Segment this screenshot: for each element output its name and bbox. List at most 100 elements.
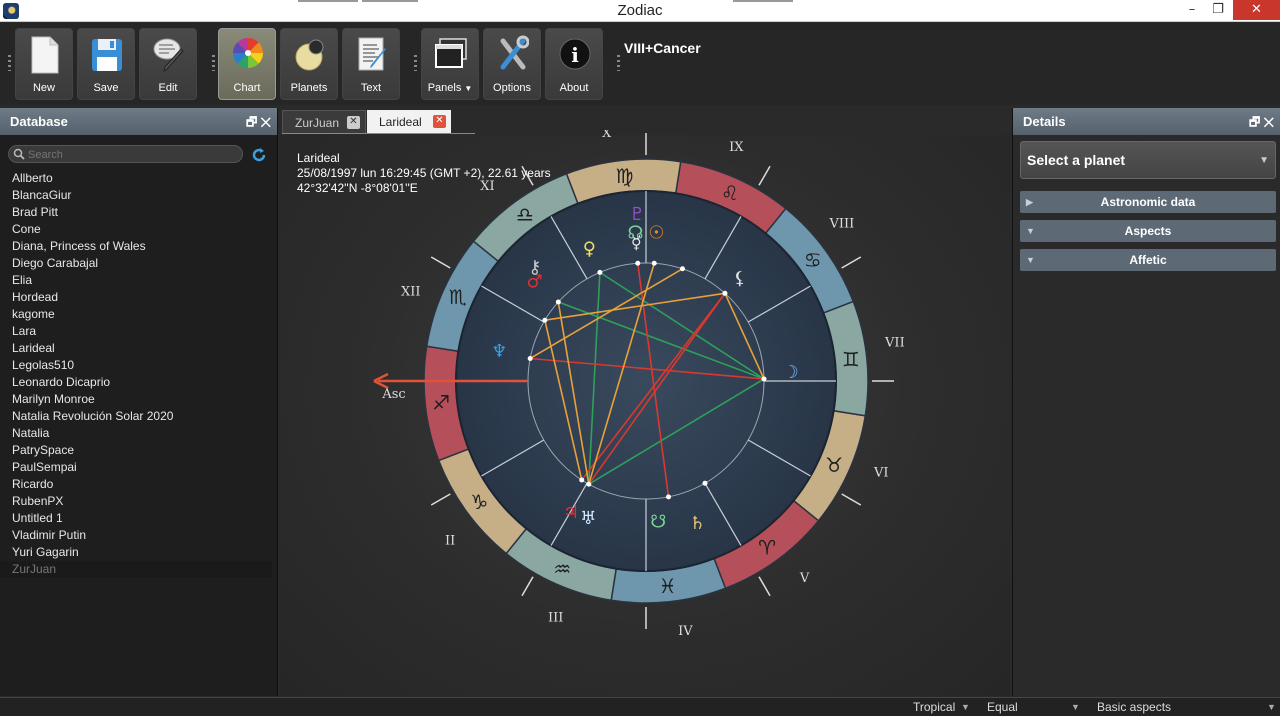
database-list-item[interactable]: Diego Carabajal	[0, 255, 272, 272]
save-button[interactable]: Save	[77, 28, 135, 100]
planet-glyph: ♆	[491, 341, 507, 362]
new-button[interactable]: New	[15, 28, 73, 100]
planet-select[interactable]: Select a planet ▼	[1020, 141, 1276, 179]
database-list-item[interactable]: Untitled 1	[0, 510, 272, 527]
info-icon: i	[559, 38, 591, 70]
window-title: Zodiac	[617, 2, 663, 19]
text-button[interactable]: Text	[342, 28, 400, 100]
database-list-item[interactable]: Yuri Gagarin	[0, 544, 272, 561]
aspects-select[interactable]: Basic aspects ▼	[1097, 700, 1276, 714]
search-input[interactable]	[28, 147, 228, 162]
house-sign-status: VIII+Cancer	[624, 40, 701, 56]
house-tick	[758, 165, 771, 186]
section-affetic[interactable]: ▼ Affetic	[1020, 249, 1276, 271]
planet-anchor-dot	[761, 376, 767, 382]
search-box[interactable]	[8, 145, 243, 163]
close-tab-icon[interactable]: ✕	[347, 116, 360, 129]
house-number: III	[548, 610, 563, 625]
zodiac-type-value: Tropical	[913, 700, 956, 714]
aspects-value: Basic aspects	[1097, 700, 1172, 714]
planet-anchor-dot	[527, 355, 533, 361]
refresh-icon[interactable]	[250, 146, 268, 164]
database-list-item[interactable]: Lara	[0, 323, 272, 340]
maximize-button[interactable]: ❐	[1204, 0, 1232, 20]
float-panel-icon[interactable]: 🗗	[246, 115, 257, 129]
database-list-item[interactable]: Allberto	[0, 170, 272, 187]
toolbar-grip[interactable]	[617, 55, 620, 71]
planet-glyph: ☊	[628, 222, 644, 243]
planets-button[interactable]: Planets	[280, 28, 338, 100]
database-list-item[interactable]: Leonardo Dicaprio	[0, 374, 272, 391]
details-panel-title: Details	[1023, 114, 1066, 129]
chart-button[interactable]: Chart	[218, 28, 276, 100]
close-panel-icon[interactable]: ✕	[261, 115, 271, 129]
status-bar: Tropical ▼ Equal ▼ Basic aspects ▼	[0, 697, 1280, 716]
database-list-item[interactable]: Natalia Revolución Solar 2020	[0, 408, 272, 425]
planet-anchor-dot	[597, 269, 603, 275]
panels-button-label: Panels ▼	[427, 82, 473, 94]
house-system-select[interactable]: Equal ▼	[987, 700, 1080, 714]
planet-glyph: ♄	[689, 513, 705, 534]
database-list-item[interactable]: Larideal	[0, 340, 272, 357]
zodiac-sign-glyph: ♊	[842, 347, 860, 371]
database-list-item[interactable]: Natalia	[0, 425, 272, 442]
database-list-item[interactable]: Hordead	[0, 289, 272, 306]
close-panel-icon[interactable]: ✕	[1264, 115, 1274, 129]
edit-button[interactable]: Edit	[139, 28, 197, 100]
chevron-down-icon: ▼	[464, 84, 473, 93]
planet-anchor-dot	[586, 481, 592, 487]
house-number: VIII	[828, 216, 854, 231]
section-label: Affetic	[1129, 253, 1167, 267]
database-list-item[interactable]: Legolas510	[0, 357, 272, 374]
toolbar-grip[interactable]	[212, 55, 215, 71]
planet-anchor-dot	[555, 299, 561, 305]
database-list-item[interactable]: PaulSempai	[0, 459, 272, 476]
zodiac-sign-glyph: ♒	[553, 557, 571, 581]
database-list-item[interactable]: BlancaGiur	[0, 187, 272, 204]
toolbar-grip[interactable]	[8, 55, 11, 71]
house-number: XII	[401, 285, 421, 300]
database-list-item[interactable]: Vladimir Putin	[0, 527, 272, 544]
section-astronomic-data[interactable]: ▶ Astronomic data	[1020, 191, 1276, 213]
database-list-item[interactable]: PatrySpace	[0, 442, 272, 459]
section-aspects[interactable]: ▼ Aspects	[1020, 220, 1276, 242]
database-list-item[interactable]: Diana, Princess of Wales	[0, 238, 272, 255]
edit-pen-icon	[153, 38, 184, 73]
database-list-item[interactable]: Marilyn Monroe	[0, 391, 272, 408]
house-tick	[430, 493, 451, 506]
tab-label: Larideal	[379, 115, 422, 129]
zodiac-sign-glyph: ♋	[804, 248, 822, 272]
toolbar-grip[interactable]	[414, 55, 417, 71]
zodiac-sign-glyph: ♓	[659, 574, 677, 598]
database-list-item[interactable]: RubenPX	[0, 493, 272, 510]
close-tab-icon[interactable]: ✕	[433, 115, 446, 128]
options-button[interactable]: Options	[483, 28, 541, 100]
database-list-item[interactable]: Elia	[0, 272, 272, 289]
house-number: IV	[678, 624, 693, 639]
house-system-value: Equal	[987, 700, 1018, 714]
database-list-item[interactable]: Cone	[0, 221, 272, 238]
text-button-label: Text	[360, 82, 382, 94]
minimize-button[interactable]: –	[1178, 0, 1206, 20]
database-panel-title: Database	[10, 114, 68, 129]
panels-button[interactable]: Panels ▼	[421, 28, 479, 100]
details-panel-header: Details 🗗 ✕	[1013, 108, 1280, 135]
edit-button-label: Edit	[158, 82, 178, 94]
database-list: Allberto BlancaGiur Brad Pitt Cone Diana, Pr…	[0, 170, 272, 578]
float-panel-icon[interactable]: 🗗	[1249, 115, 1260, 129]
planets-button-label: Planets	[290, 82, 328, 94]
zodiac-sign-glyph: ♑	[470, 490, 488, 514]
house-tick	[430, 256, 451, 269]
planet-anchor-dot	[542, 317, 548, 323]
natal-chart-wheel[interactable]: ♐♑♒♓♈♉♊♋♌♍♎♏IIIIIIVVVIVIIVIIIIXXXIXIIAsc…	[280, 130, 1010, 660]
database-list-item[interactable]: ZurJuan	[0, 561, 272, 578]
database-list-item[interactable]: kagome	[0, 306, 272, 323]
database-list-item[interactable]: Brad Pitt	[0, 204, 272, 221]
expand-arrow-icon: ▶	[1026, 197, 1033, 207]
about-button[interactable]: i About	[545, 28, 603, 100]
database-list-item[interactable]: Ricardo	[0, 476, 272, 493]
options-button-label: Options	[493, 82, 531, 94]
zodiac-type-select[interactable]: Tropical ▼	[913, 700, 970, 714]
close-window-button[interactable]: ✕	[1233, 0, 1280, 20]
planet-glyph: ♅	[580, 508, 596, 529]
